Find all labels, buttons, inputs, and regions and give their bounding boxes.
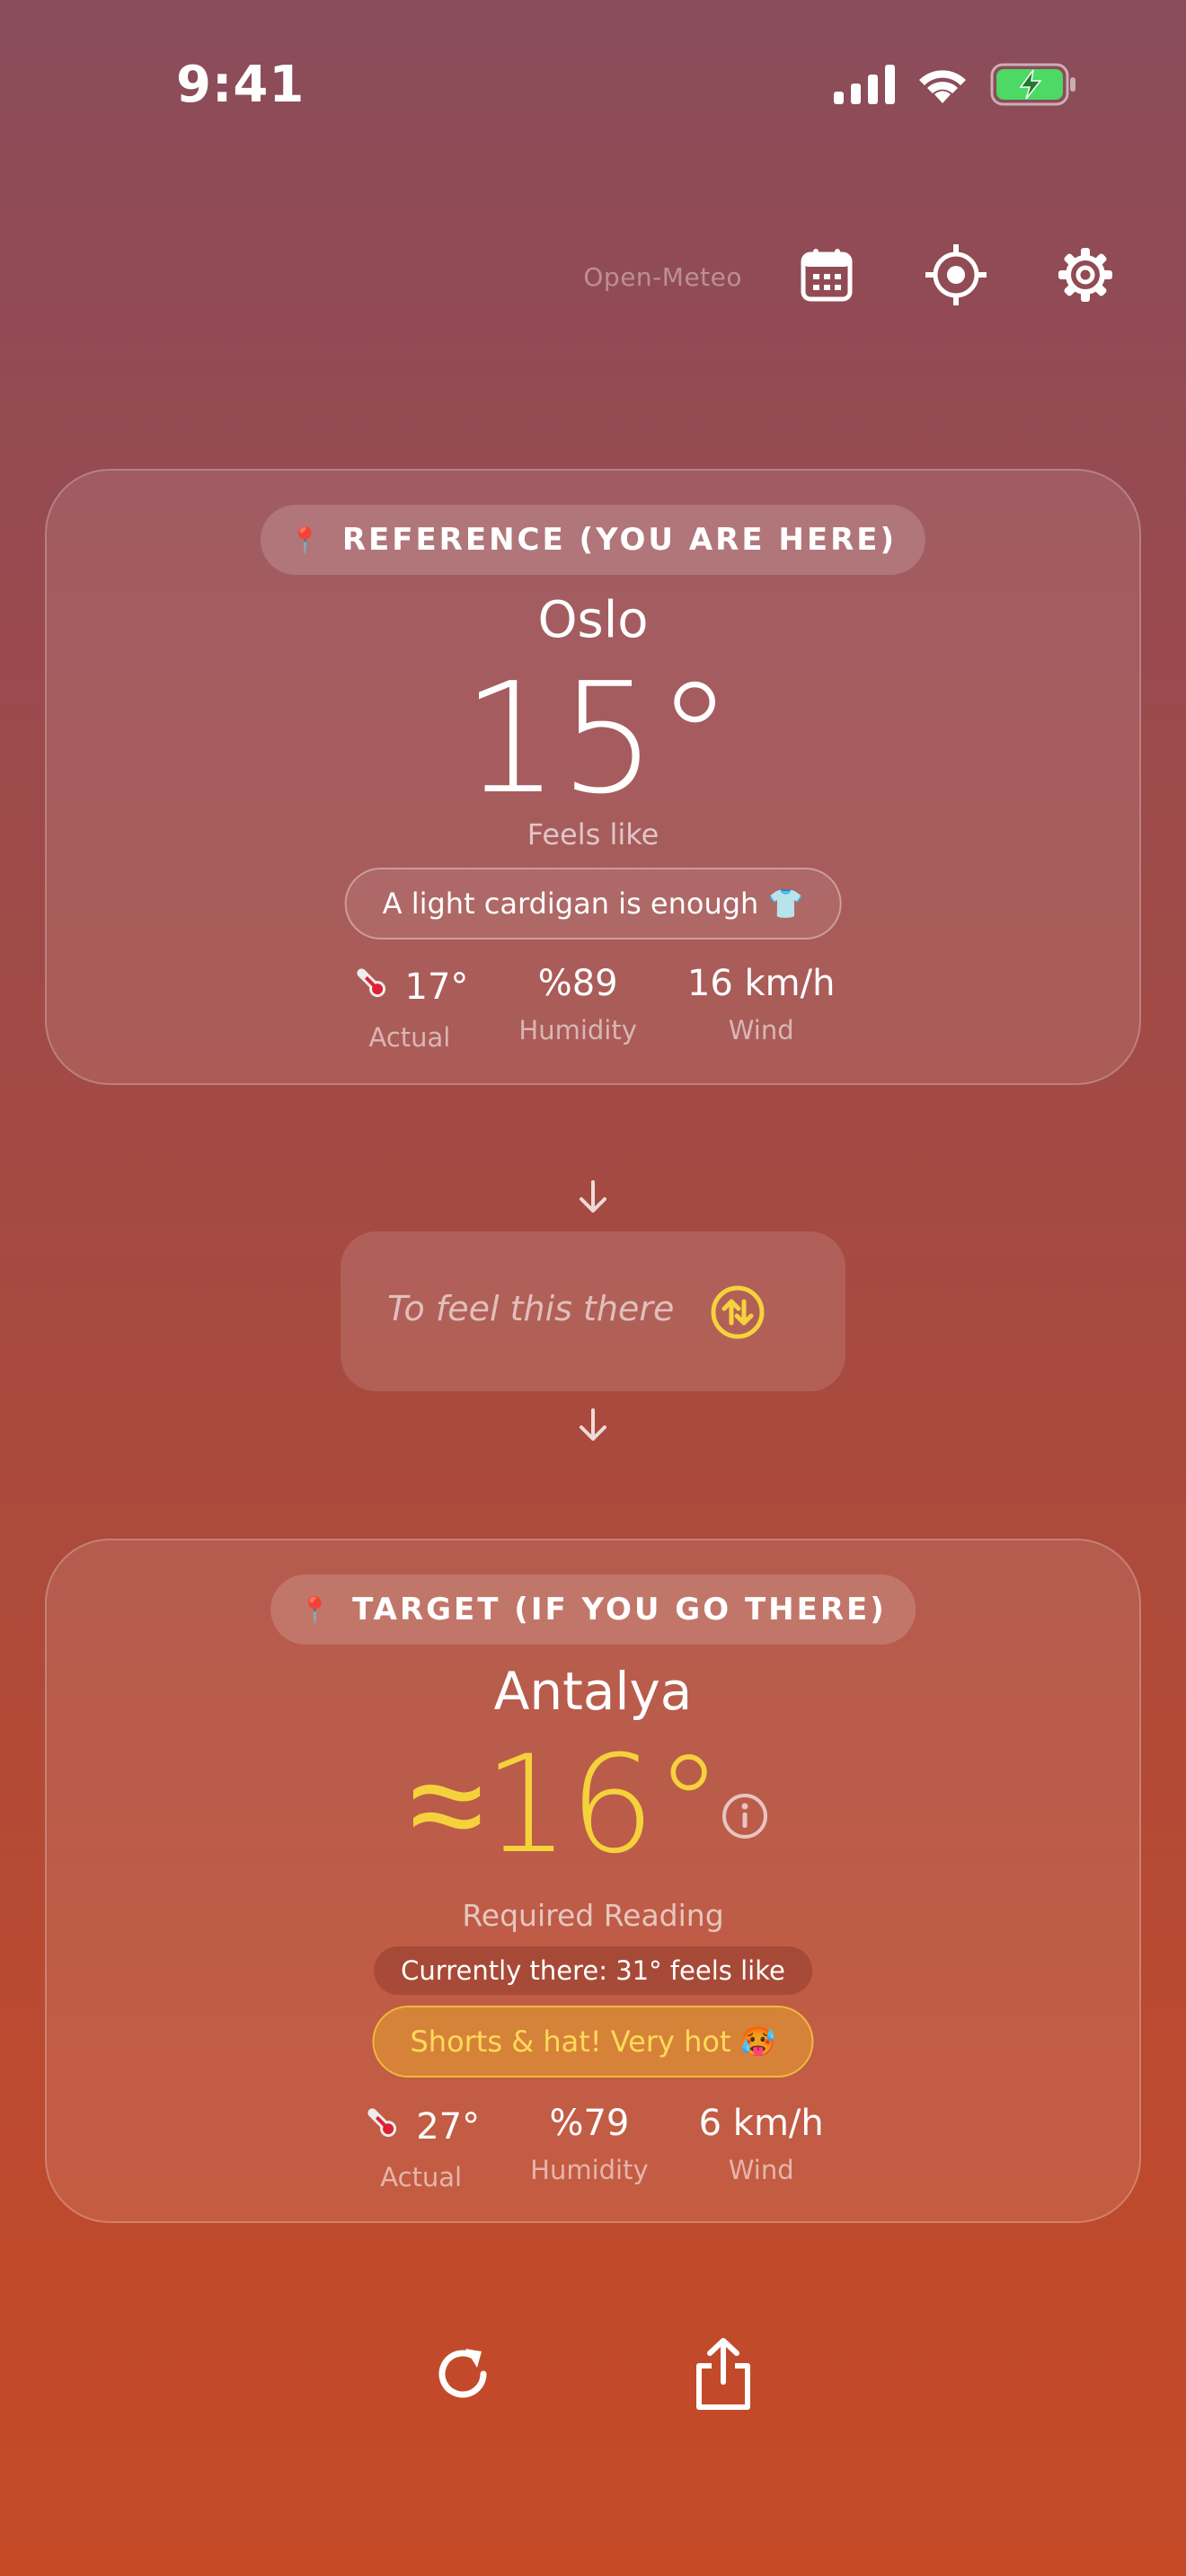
pin-icon: 📍 — [288, 525, 321, 555]
status-time: 9:41 — [176, 56, 305, 114]
target-advice: Shorts & hat! Very hot 🥵 — [372, 2006, 814, 2078]
target-stat-humidity: %79 Humidity — [530, 2103, 649, 2192]
calendar-icon — [800, 247, 854, 306]
target-advice-text: Shorts & hat! Very hot 🥵 — [410, 2025, 776, 2059]
status-icons — [834, 63, 1076, 110]
target-badge: 📍 TARGET (IF YOU GO THERE) — [270, 1575, 916, 1645]
pin-icon: 📍 — [299, 1594, 332, 1625]
reference-humidity-value: %89 — [537, 963, 618, 1004]
arrow-down-icon — [572, 1405, 614, 1450]
reference-wind-label: Wind — [728, 1015, 794, 1045]
swap-icon — [709, 1285, 766, 1345]
target-currently: Currently there: 31° feels like — [374, 1946, 812, 1995]
cellular-signal-icon — [834, 65, 895, 108]
reference-humidity-label: Humidity — [518, 1015, 637, 1045]
gear-icon — [1057, 246, 1114, 307]
calendar-button[interactable] — [789, 239, 864, 314]
refresh-button[interactable] — [422, 2335, 503, 2416]
swap-locations-button[interactable] — [709, 1284, 766, 1341]
reference-city: Oslo — [537, 591, 649, 649]
target-badge-label: TARGET (IF YOU GO THERE) — [352, 1592, 887, 1628]
reference-feels-like-temp: 15° — [462, 650, 733, 828]
reference-card: 📍 REFERENCE (YOU ARE HERE) Oslo 15° Feel… — [45, 469, 1141, 1085]
reference-feels-like-label: Feels like — [527, 817, 659, 851]
info-button[interactable] — [721, 1792, 769, 1840]
target-wind-value: 6 km/h — [698, 2103, 824, 2144]
data-source-label: Open-Meteo — [583, 261, 742, 292]
target-city: Antalya — [493, 1661, 693, 1722]
arrow-down-icon — [572, 1177, 614, 1222]
reference-wind-value: 16 km/h — [686, 963, 836, 1004]
reference-stat-actual: 17° Actual — [351, 963, 469, 1053]
conversion-text: To feel this there — [387, 1289, 675, 1328]
target-required-temp: ≈16° — [409, 1727, 723, 1883]
target-wind-label: Wind — [728, 2155, 794, 2185]
share-button[interactable] — [683, 2335, 764, 2416]
target-card: 📍 TARGET (IF YOU GO THERE) Antalya ≈16° … — [45, 1539, 1141, 2223]
target-humidity-value: %79 — [549, 2103, 630, 2144]
target-actual-label: Actual — [380, 2162, 463, 2192]
conversion-box: To feel this there — [341, 1231, 845, 1391]
reference-actual-label: Actual — [368, 1022, 451, 1053]
reference-badge-label: REFERENCE (YOU ARE HERE) — [341, 522, 898, 558]
target-currently-text: Currently there: 31° feels like — [401, 1955, 785, 1986]
target-stat-actual: 27° Actual — [362, 2103, 480, 2192]
target-required-label: Required Reading — [462, 1898, 724, 1933]
target-stat-wind: 6 km/h Wind — [699, 2103, 824, 2192]
reference-advice-text: A light cardigan is enough 👕 — [382, 887, 804, 921]
battery-charging-icon — [990, 63, 1076, 110]
info-icon — [721, 1794, 769, 1844]
thermometer-icon — [362, 2103, 402, 2151]
reference-advice: A light cardigan is enough 👕 — [344, 868, 842, 940]
thermometer-icon — [351, 963, 391, 1011]
wifi-icon — [915, 64, 970, 109]
reference-actual-value: 17° — [404, 966, 469, 1008]
status-bar: 9:41 — [0, 0, 1186, 171]
reference-badge: 📍 REFERENCE (YOU ARE HERE) — [260, 505, 926, 575]
target-stats: 27° Actual %79 Humidity 6 km/h Wind — [47, 2103, 1139, 2192]
refresh-icon — [429, 2341, 496, 2411]
reference-stat-wind: 16 km/h Wind — [687, 963, 836, 1053]
reference-stats: 17° Actual %89 Humidity 16 km/h Wind — [47, 963, 1139, 1053]
reference-stat-humidity: %89 Humidity — [518, 963, 637, 1053]
share-icon — [692, 2335, 755, 2416]
location-target-icon — [925, 243, 987, 310]
target-actual-value: 27° — [416, 2106, 481, 2148]
current-location-button[interactable] — [918, 239, 994, 314]
toolbar: Open-Meteo — [583, 241, 1123, 313]
target-humidity-label: Humidity — [530, 2155, 649, 2185]
settings-button[interactable] — [1048, 239, 1123, 314]
